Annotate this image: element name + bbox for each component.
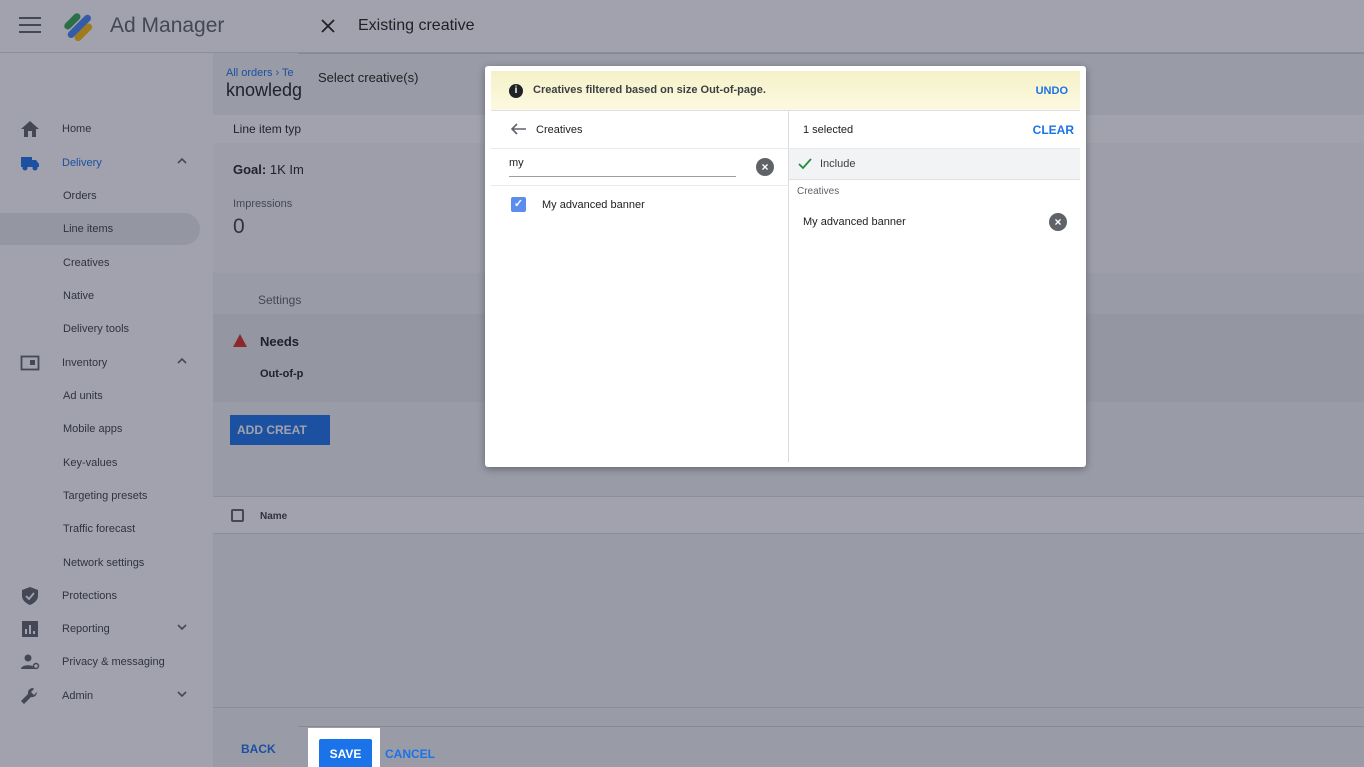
undo-button[interactable]: UNDO [1036, 85, 1068, 97]
picker-breadcrumb: Creatives [536, 124, 583, 136]
arrow-back-icon[interactable] [511, 123, 527, 135]
divider [298, 726, 1364, 727]
divider [491, 148, 789, 149]
app-root: Ad Manager Home Delivery Orders Line ite… [0, 0, 1364, 767]
selected-count: 1 selected [803, 124, 854, 136]
sheet-title: Existing creative [358, 17, 475, 34]
filter-text: Creatives filtered based on size Out-of-… [533, 84, 766, 96]
save-button[interactable]: SAVE [319, 739, 372, 767]
include-label: Include [820, 158, 856, 170]
check-icon [798, 158, 812, 170]
remove-item-icon[interactable]: × [1049, 213, 1067, 231]
result-item-label[interactable]: My advanced banner [542, 199, 645, 211]
include-row[interactable]: Include [789, 149, 1080, 180]
cancel-button[interactable]: CANCEL [385, 747, 435, 761]
picker-right-pane: 1 selected CLEAR Include Creatives My ad… [789, 111, 1080, 462]
search-underline [509, 176, 736, 177]
clear-search-icon[interactable]: × [756, 158, 774, 176]
filter-banner: i Creatives filtered based on size Out-o… [491, 71, 1080, 111]
info-icon: i [509, 84, 523, 98]
group-label: Creatives [797, 186, 840, 197]
picker-left-pane: Creatives my × ✓ My advanced banner [491, 111, 789, 462]
close-icon[interactable] [320, 18, 336, 34]
divider [491, 185, 789, 186]
result-checkbox[interactable]: ✓ [511, 197, 526, 212]
select-creatives-label: Select creative(s) [318, 70, 419, 85]
clear-button[interactable]: CLEAR [1033, 123, 1074, 137]
selected-item-label: My advanced banner [803, 216, 906, 228]
creative-picker: i Creatives filtered based on size Out-o… [485, 66, 1086, 467]
search-input[interactable]: my [509, 157, 524, 169]
